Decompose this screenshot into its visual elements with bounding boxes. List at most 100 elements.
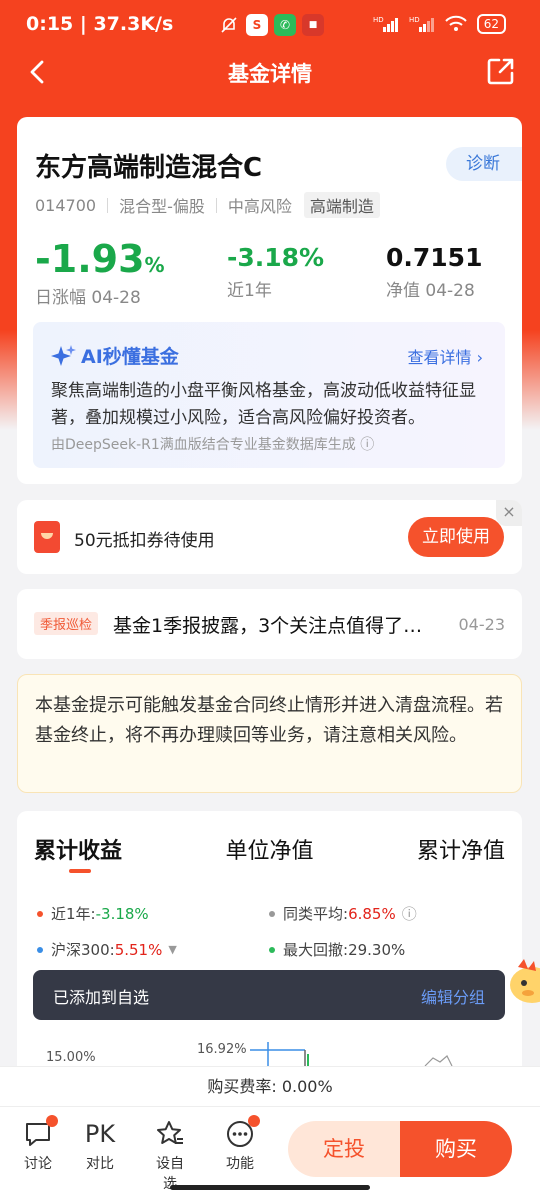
theme-tag[interactable]: 高端制造 xyxy=(303,192,380,218)
stat-hs300[interactable]: 沪深300: 5.51% ▼ xyxy=(37,939,177,960)
coupon-text: 50元抵扣券待使用 xyxy=(74,531,215,551)
news-date: 04-23 xyxy=(458,615,506,634)
watchlist-button[interactable]: 设自选 xyxy=(150,1117,190,1193)
nav-value: 0.7151 xyxy=(386,243,483,272)
functions-label: 功能 xyxy=(226,1156,254,1172)
red-envelope-icon xyxy=(34,521,60,553)
wifi-icon xyxy=(445,15,467,31)
tab-cumulative-nav[interactable]: 累计净值 xyxy=(417,833,505,865)
discuss-button[interactable]: 讨论 xyxy=(18,1115,58,1173)
discuss-icon-wrap xyxy=(18,1115,58,1151)
fund-name: 东方高端制造混合C xyxy=(35,153,263,183)
signal-1-icon: HD xyxy=(373,16,398,32)
daily-change-block: -1.93% 日涨幅 04-28 xyxy=(35,237,165,308)
svg-text:HD: HD xyxy=(373,16,384,24)
clock: 0:15 xyxy=(26,13,74,35)
compare-button[interactable]: PK 对比 xyxy=(80,1117,120,1173)
signal-2-icon: HD xyxy=(409,16,434,32)
fund-meta: 014700 混合型-偏股 中高风险 高端制造 xyxy=(35,192,380,218)
year-change: -3.18% xyxy=(227,243,325,272)
divider xyxy=(215,197,217,213)
news-title[interactable]: 基金1季报披露，3个关注点值得了… xyxy=(113,611,422,638)
notification-dot xyxy=(248,1115,260,1127)
buy-button[interactable]: 购买 xyxy=(400,1121,512,1177)
active-tab-indicator xyxy=(69,869,91,873)
svg-text:HD: HD xyxy=(409,16,420,24)
stat-peer: 同类平均: 6.85% ⓘ xyxy=(269,903,417,924)
share-button[interactable] xyxy=(486,56,516,86)
phone-app-icon: ✆ xyxy=(274,14,296,36)
home-indicator[interactable] xyxy=(170,1185,370,1190)
close-icon[interactable]: × xyxy=(496,500,522,526)
compare-label: 对比 xyxy=(86,1156,114,1172)
use-coupon-button[interactable]: 立即使用 xyxy=(408,517,504,557)
functions-button[interactable]: 功能 xyxy=(220,1115,260,1173)
mascot-icon[interactable] xyxy=(506,955,540,1009)
battery-indicator: 62 xyxy=(476,14,506,34)
stat-drawdown-value: 29.30% xyxy=(348,940,406,959)
stat-year-value: -3.18% xyxy=(95,904,149,923)
nav-block: 0.7151 净值 04-28 xyxy=(386,237,482,301)
liquidation-warning: 本基金提示可能触发基金合同终止情形并进入清盘流程。若基金终止，将不再办理赎回等业… xyxy=(17,674,522,793)
caret-down-icon: ▼ xyxy=(168,943,177,956)
stat-drawdown: 最大回撤: 29.30% xyxy=(269,939,405,960)
stat-hs300-value: 5.51% xyxy=(114,940,163,959)
stat-hs300-label: 沪深300: xyxy=(51,941,115,959)
ai-title-text: AI秒懂基金 xyxy=(81,346,179,368)
stat-year-label: 近1年: xyxy=(51,905,96,923)
stat-peer-value: 6.85% xyxy=(348,904,396,923)
discuss-label: 讨论 xyxy=(24,1156,52,1172)
purchase-fee: 购买费率: 0.00% xyxy=(0,1066,540,1106)
sparkle-icon xyxy=(51,344,76,366)
fixed-investment-button[interactable]: 定投 xyxy=(288,1121,400,1177)
app-red-icon: ■ xyxy=(302,14,324,36)
edit-group-link[interactable]: 编辑分组 xyxy=(421,984,485,1008)
status-notification-icons: S ✆ ■ xyxy=(218,14,324,36)
status-time-speed: 0:15 | 37.3K/s xyxy=(26,13,174,35)
fund-code: 014700 xyxy=(35,195,97,215)
share-icon xyxy=(487,58,514,85)
notification-dot xyxy=(46,1115,58,1127)
legend-dot xyxy=(269,910,275,917)
added-to-watchlist-toast: 已添加到自选 编辑分组 xyxy=(33,970,505,1020)
diagnose-button[interactable]: 诊断 xyxy=(446,147,522,181)
fund-summary-card: 东方高端制造混合C 诊断 014700 混合型-偏股 中高风险 高端制造 -1.… xyxy=(17,117,522,484)
fund-type: 混合型-偏股 xyxy=(119,197,205,216)
divider xyxy=(107,197,109,213)
info-icon[interactable]: ⓘ xyxy=(360,437,374,453)
legend-dot xyxy=(37,946,43,953)
app-s-icon: S xyxy=(246,14,268,36)
toast-text: 已添加到自选 xyxy=(53,988,150,1007)
info-icon[interactable]: ⓘ xyxy=(402,903,417,924)
daily-change-value: -1.93 xyxy=(35,237,145,281)
chart-lines xyxy=(250,1042,453,1070)
fund-risk: 中高风险 xyxy=(227,197,292,216)
stat-peer-label: 同类平均: xyxy=(283,905,349,923)
stat-drawdown-label: 最大回撤: xyxy=(283,941,349,959)
chevron-right-icon: › xyxy=(476,348,483,367)
tab-cumulative-return[interactable]: 累计收益 xyxy=(34,833,122,865)
daily-change: -1.93% xyxy=(35,237,165,281)
coupon-card: 50元抵扣券待使用 立即使用 × xyxy=(17,500,522,574)
ai-summary-box[interactable]: AI秒懂基金 查看详情 › 聚焦高端制造的小盘平衡风格基金，高波动低收益特征显著… xyxy=(33,322,505,468)
ai-more-text: 查看详情 xyxy=(407,348,472,367)
daily-change-unit: % xyxy=(144,253,165,277)
ai-summary-text: 聚焦高端制造的小盘平衡风格基金，高波动低收益特征显著，叠加规模过小风险，适合高风… xyxy=(51,381,476,428)
status-bar: 0:15 | 37.3K/s S ✆ ■ HD HD 62 xyxy=(0,0,540,52)
functions-icon-wrap xyxy=(220,1115,260,1151)
ai-source: 由DeepSeek-R1满血版结合专业基金数据库生成 ⓘ xyxy=(51,434,374,454)
year-change-label: 近1年 xyxy=(227,281,272,301)
mute-bell-icon xyxy=(218,14,240,36)
chart-preview[interactable]: 15.00% 16.92% xyxy=(0,1036,540,1070)
news-card[interactable]: 季报巡检 基金1季报披露，3个关注点值得了… 04-23 xyxy=(17,589,522,659)
ai-more-link[interactable]: 查看详情 › xyxy=(407,344,483,368)
news-tag: 季报巡检 xyxy=(34,612,99,635)
stat-year: 近1年: -3.18% xyxy=(37,903,149,924)
tab-unit-nav[interactable]: 单位净值 xyxy=(225,833,313,865)
pk-icon: PK xyxy=(84,1120,116,1148)
star-icon xyxy=(157,1121,183,1144)
status-right-icons: HD HD 62 xyxy=(373,14,506,34)
chart-tabs: 累计收益 单位净值 累计净值 xyxy=(34,833,505,865)
watchlist-icon-wrap xyxy=(150,1117,190,1151)
daily-change-label: 日涨幅 04-28 xyxy=(35,288,141,308)
